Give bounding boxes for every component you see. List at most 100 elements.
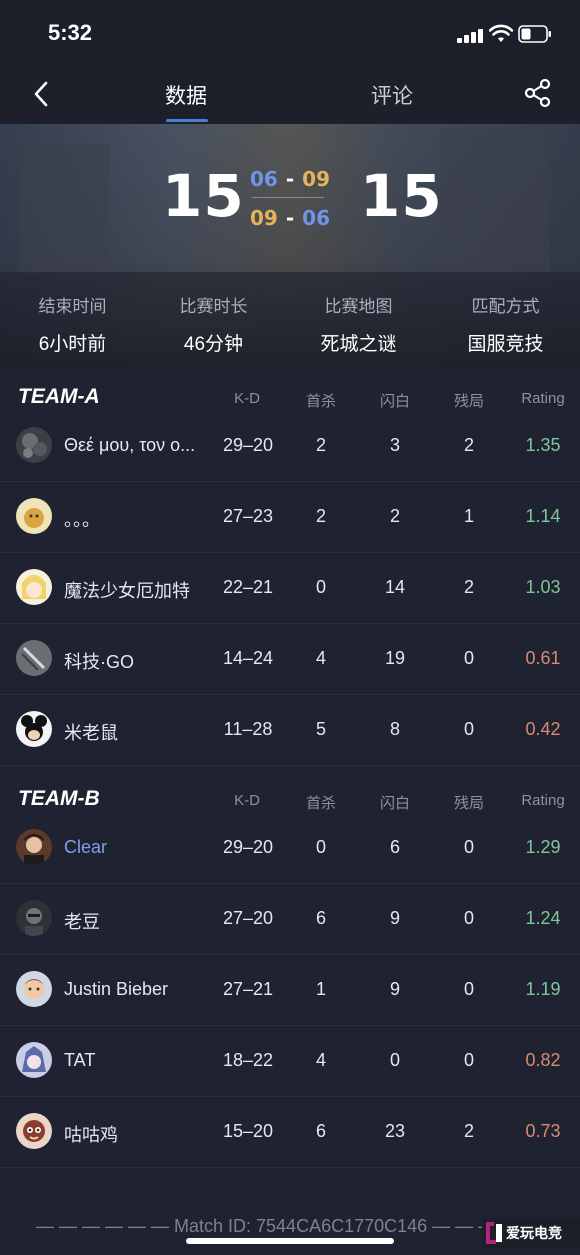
player-avatar[interactable]	[16, 498, 52, 534]
player-flashes: 14	[384, 577, 406, 597]
player-name[interactable]: 科技·GO	[64, 648, 212, 674]
player-name[interactable]: 。。。	[64, 506, 212, 532]
col-header-first-kills: 首杀	[305, 393, 336, 410]
share-icon[interactable]	[523, 78, 553, 108]
player-kd: 15–20	[222, 1121, 274, 1141]
player-kd: 27–23	[222, 506, 274, 526]
info-value: 46分钟	[183, 334, 244, 355]
player-clutches: 0	[463, 979, 474, 999]
player-avatar[interactable]	[16, 900, 52, 936]
player-clutches: 0	[463, 1050, 474, 1070]
player-rating: 1.19	[525, 979, 561, 999]
col-header-rating: Rating	[521, 792, 565, 809]
player-name[interactable]: Θεέ μου, τον ο...	[64, 435, 212, 456]
top-nav: 数据 评论	[0, 64, 580, 124]
info-duration: 比赛时长 46分钟	[141, 292, 286, 356]
player-name[interactable]: Justin Bieber	[64, 979, 212, 1000]
player-first-kills: 0	[315, 837, 326, 857]
player-row[interactable]: 。。。 27–23 2 2 1 1.14	[0, 481, 580, 553]
player-flashes: 9	[389, 908, 400, 928]
player-rating: 0.42	[525, 719, 561, 739]
team-name: TEAM-A	[18, 385, 100, 408]
player-name[interactable]: 魔法少女厄加特	[64, 577, 212, 603]
match-id: — — — — — — Match ID: 7544CA6C1770C146 —…	[36, 1216, 497, 1236]
player-avatar[interactable]	[16, 1042, 52, 1078]
second-half-score: 09-06	[250, 206, 330, 230]
footer: — — — — — — Match ID: 7544CA6C1770C146 —…	[0, 1198, 580, 1255]
player-row[interactable]: 魔法少女厄加特 22–21 0 14 2 1.03	[0, 552, 580, 624]
player-rating: 1.29	[525, 837, 561, 857]
player-first-kills: 2	[315, 506, 326, 526]
player-first-kills: 2	[315, 435, 326, 455]
player-kd: 27–20	[222, 908, 274, 928]
player-name[interactable]: Clear	[64, 837, 212, 858]
player-row[interactable]: Clear 29–20 0 6 0 1.29	[0, 812, 580, 884]
player-first-kills: 4	[315, 648, 326, 668]
col-header-rating: Rating	[521, 390, 565, 407]
background-building	[20, 144, 110, 274]
player-name[interactable]: 咕咕鸡	[64, 1121, 212, 1147]
player-rating: 1.24	[525, 908, 561, 928]
player-first-kills: 6	[315, 908, 326, 928]
player-flashes: 3	[389, 435, 400, 455]
back-arrow-icon[interactable]	[28, 79, 56, 109]
col-header-flashes: 闪白	[379, 795, 410, 812]
watermark-text: 爱玩电竞	[506, 1225, 562, 1242]
player-clutches: 1	[463, 506, 474, 526]
info-value: 死城之谜	[320, 334, 397, 355]
player-row[interactable]: TAT 18–22 4 0 0 0.82	[0, 1025, 580, 1097]
player-row[interactable]: 科技·GO 14–24 4 19 0 0.61	[0, 623, 580, 695]
player-avatar[interactable]	[16, 711, 52, 747]
player-clutches: 0	[463, 719, 474, 739]
player-row[interactable]: Justin Bieber 27–21 1 9 0 1.19	[0, 954, 580, 1026]
player-avatar[interactable]	[16, 427, 52, 463]
first-half-score: 06-09	[250, 167, 330, 191]
info-label: 比赛时长	[179, 297, 248, 316]
player-first-kills: 6	[315, 1121, 326, 1141]
player-avatar[interactable]	[16, 640, 52, 676]
background-building	[440, 129, 550, 279]
col-header-kd: K-D	[234, 792, 260, 809]
player-kd: 22–21	[222, 577, 274, 597]
cellular-signal-icon	[457, 29, 485, 43]
player-kd: 11–28	[223, 719, 273, 739]
player-row[interactable]: 咕咕鸡 15–20 6 23 2 0.73	[0, 1096, 580, 1168]
player-avatar[interactable]	[16, 971, 52, 1007]
player-rating: 1.14	[525, 506, 561, 526]
player-clutches: 2	[463, 1121, 474, 1141]
player-kd: 14–24	[222, 648, 274, 668]
watermark-logo: 爱玩电竞	[482, 1218, 580, 1248]
home-indicator[interactable]	[186, 1238, 394, 1244]
battery-icon	[518, 25, 551, 43]
player-row[interactable]: 老豆 27–20 6 9 0 1.24	[0, 883, 580, 955]
col-header-clutches: 残局	[453, 795, 484, 812]
tab-comments[interactable]: 评论	[371, 80, 413, 110]
half-divider	[252, 197, 324, 198]
info-match-mode: 匹配方式 国服竞技	[433, 292, 578, 356]
player-name[interactable]: 老豆	[64, 908, 212, 934]
player-flashes: 6	[389, 837, 400, 857]
player-avatar[interactable]	[16, 1113, 52, 1149]
player-clutches: 2	[463, 577, 474, 597]
player-flashes: 0	[389, 1050, 400, 1070]
player-row[interactable]: 米老鼠 11–28 5 8 0 0.42	[0, 694, 580, 766]
player-name[interactable]: TAT	[64, 1050, 212, 1071]
player-rating: 0.61	[525, 648, 561, 668]
active-tab-indicator	[166, 119, 208, 122]
player-kd: 27–21	[222, 979, 274, 999]
tab-data[interactable]: 数据	[165, 80, 207, 110]
team-a-score: 15	[162, 162, 245, 230]
player-rating: 0.82	[525, 1050, 561, 1070]
player-avatar[interactable]	[16, 829, 52, 865]
player-name[interactable]: 米老鼠	[64, 719, 212, 745]
player-row[interactable]: Θεέ μου, τον ο... 29–20 2 3 2 1.35	[0, 410, 580, 482]
player-kd: 29–20	[222, 837, 274, 857]
player-flashes: 19	[384, 648, 406, 668]
status-bar: 5:32	[0, 0, 580, 64]
player-first-kills: 5	[315, 719, 326, 739]
half-score-left: 09	[250, 206, 278, 230]
player-avatar[interactable]	[16, 569, 52, 605]
info-end-time: 结束时间 6小时前	[0, 292, 145, 356]
info-value: 国服竞技	[467, 334, 544, 355]
player-flashes: 8	[389, 719, 400, 739]
